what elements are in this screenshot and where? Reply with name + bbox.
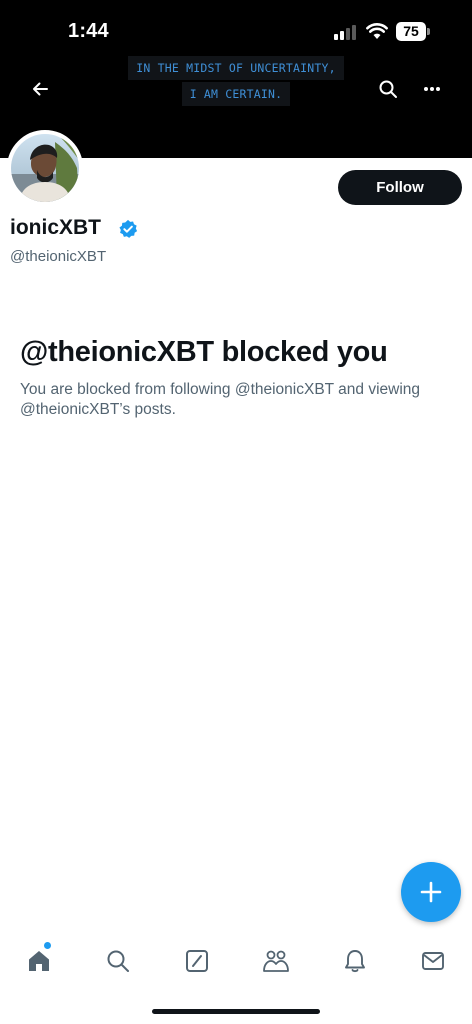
more-horizontal-icon bbox=[424, 87, 440, 91]
banner-line-1: IN THE MIDST OF UNCERTAINTY, bbox=[128, 56, 344, 80]
profile-banner: 1:44 75 IN THE MIDST OF UNCERTAINTY, I A… bbox=[0, 0, 472, 158]
banner-line-2: I AM CERTAIN. bbox=[181, 82, 291, 106]
nav-grok[interactable] bbox=[180, 944, 214, 978]
compose-post-button[interactable] bbox=[401, 862, 461, 922]
more-button[interactable] bbox=[414, 71, 450, 107]
grok-icon bbox=[186, 950, 208, 972]
search-icon bbox=[107, 950, 129, 972]
search-button[interactable] bbox=[370, 71, 406, 107]
home-indicator-bar[interactable] bbox=[152, 1009, 320, 1014]
verified-badge-icon bbox=[119, 219, 138, 238]
home-unread-dot bbox=[44, 942, 51, 949]
cellular-signal-icon bbox=[334, 24, 360, 40]
nav-home[interactable] bbox=[22, 944, 56, 978]
battery-indicator: 75 bbox=[396, 22, 430, 42]
blocked-title: @theionicXBT blocked you bbox=[20, 336, 388, 368]
battery-level: 75 bbox=[396, 22, 426, 41]
avatar-image bbox=[11, 134, 79, 202]
nav-notifications[interactable] bbox=[338, 944, 372, 978]
messages-icon bbox=[422, 952, 444, 970]
nav-messages[interactable] bbox=[416, 944, 450, 978]
back-button[interactable] bbox=[22, 71, 58, 107]
home-icon bbox=[29, 951, 49, 971]
follow-button[interactable]: Follow bbox=[338, 170, 462, 205]
arrow-left-icon bbox=[33, 82, 48, 96]
blocked-description: You are blocked from following @theionic… bbox=[20, 381, 421, 418]
status-time: 1:44 bbox=[68, 20, 109, 42]
communities-icon bbox=[263, 950, 289, 972]
wifi-icon bbox=[366, 23, 388, 39]
nav-communities[interactable] bbox=[259, 944, 293, 978]
notifications-icon bbox=[345, 950, 365, 973]
status-bar: 1:44 75 bbox=[0, 0, 472, 60]
profile-display-name: ionicXBT bbox=[10, 216, 102, 239]
battery-nub bbox=[427, 28, 430, 35]
nav-search[interactable] bbox=[101, 944, 135, 978]
bottom-nav bbox=[0, 932, 472, 988]
avatar[interactable] bbox=[7, 130, 83, 206]
search-icon bbox=[379, 80, 397, 98]
plus-icon bbox=[420, 881, 442, 903]
profile-handle: @theionicXBT bbox=[10, 248, 107, 265]
